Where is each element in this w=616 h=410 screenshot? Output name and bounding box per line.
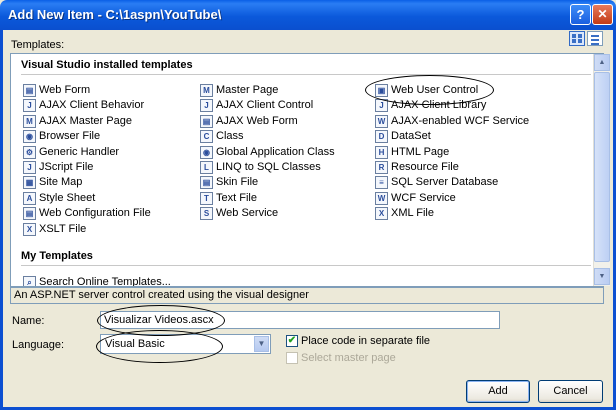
scroll-up-button[interactable]: ▲ [594,54,610,71]
template-item-label: Text File [216,191,257,204]
template-item-label: AJAX Client Control [216,99,314,112]
dataset-icon: D [375,130,388,144]
help-icon: ? [576,7,585,22]
ajax-client-behavior-icon: J [23,99,36,113]
sql-database-icon: ≡ [375,176,388,190]
template-item-label: AJAX Master Page [39,114,132,127]
ajax-client-library-icon: J [375,99,388,113]
template-description: An ASP.NET server control created using … [10,287,604,304]
place-code-checkbox[interactable]: ✔ [286,335,298,347]
arrow-down-icon: ▼ [598,273,606,280]
template-item-label: Web Configuration File [39,207,151,220]
skin-file-icon: ▤ [200,176,213,190]
style-sheet-icon: A [23,191,36,205]
checkmark-icon: ✔ [287,335,297,346]
generic-handler-icon: ⚙ [23,145,36,159]
close-icon: ✕ [597,7,608,21]
web-form-icon: ▤ [23,84,36,97]
close-button[interactable]: ✕ [592,4,613,25]
master-page-icon: M [200,84,213,97]
class-icon: C [200,130,213,144]
name-input[interactable] [100,311,500,329]
add-button[interactable]: Add [466,380,530,403]
template-item-label: XML File [391,207,434,220]
template-item-label: Site Map [39,176,83,189]
template-item-label: AJAX-enabled WCF Service [391,114,530,127]
search-online-icon: ⌕ [23,276,36,286]
template-item-label: Global Application Class [216,145,335,158]
ajax-web-form-icon: ▤ [200,114,213,128]
template-item-label: HTML Page [391,145,450,158]
section-divider [21,74,591,75]
template-item-label: AJAX Client Behavior [39,99,145,112]
template-item-label: AJAX Web Form [216,114,298,127]
text-file-icon: T [200,191,213,205]
section-my-title: My Templates [21,250,93,262]
select-master-label: Select master page [301,352,396,364]
templates-list[interactable]: Visual Studio installed templates ▤ Web F… [10,53,604,287]
scroll-thumb[interactable] [594,72,610,262]
template-item-label: SQL Server Database [391,176,499,189]
web-config-icon: ▤ [23,207,36,221]
linq-to-sql-icon: L [200,161,213,174]
template-item-label: Resource File [391,161,459,173]
ajax-client-control-icon: J [200,99,213,113]
browser-file-icon: ◉ [23,130,36,144]
small-icons-view-button[interactable] [587,31,603,46]
template-item-label: JScript File [39,161,94,173]
select-master-checkbox [286,352,298,364]
arrow-up-icon: ▲ [598,59,606,66]
template-item-label: WCF Service [391,191,456,204]
ajax-master-page-icon: M [23,114,36,128]
template-item-label: Search Online Templates... [39,276,171,287]
language-select[interactable]: Visual Basic ▼ [100,334,271,354]
template-item-label: Generic Handler [39,145,120,158]
scroll-down-button[interactable]: ▼ [594,268,610,285]
template-item-label: Web User Control [391,84,479,96]
template-item-label: XSLT File [39,222,87,235]
templates-label: Templates: [11,39,65,51]
place-code-label: Place code in separate file [301,335,431,347]
help-button[interactable]: ? [570,4,591,25]
templates-scrollbar[interactable]: ▲ ▼ [593,54,610,286]
global-app-class-icon: ◉ [200,145,213,159]
template-item-label: Style Sheet [39,191,96,204]
language-label: Language: [12,339,64,351]
large-icons-view-button[interactable] [569,31,585,46]
cancel-button[interactable]: Cancel [538,380,603,403]
web-service-icon: S [200,207,213,221]
ajax-wcf-service-icon: W [375,114,388,128]
template-item-label: LINQ to SQL Classes [216,161,321,173]
title-bar[interactable]: Add New Item - C:\1aspn\YouTube\ ? ✕ [0,0,616,30]
html-page-icon: H [375,145,388,159]
template-item-label: Web Form [39,84,91,96]
xslt-file-icon: X [23,222,36,236]
section-installed-title: Visual Studio installed templates [21,59,193,71]
template-item-label: AJAX Client Library [391,99,487,112]
jscript-file-icon: J [23,161,36,174]
name-label: Name: [12,315,45,327]
section-divider [21,265,591,266]
chevron-down-icon[interactable]: ▼ [254,336,269,352]
resource-file-icon: R [375,161,388,174]
template-item-label: Web Service [216,207,279,220]
xml-file-icon: X [375,207,388,221]
template-item-label: Master Page [216,84,279,96]
window-title: Add New Item - C:\1aspn\YouTube\ [8,7,222,22]
template-item-label: Skin File [216,176,259,189]
template-item-label: Browser File [39,130,101,143]
template-item-label: Class [216,130,244,143]
web-user-control-icon: ▣ [375,84,388,97]
language-value: Visual Basic [105,338,165,350]
template-item-label: DataSet [391,130,431,143]
site-map-icon: ▦ [23,176,36,190]
wcf-service-icon: W [375,191,388,205]
